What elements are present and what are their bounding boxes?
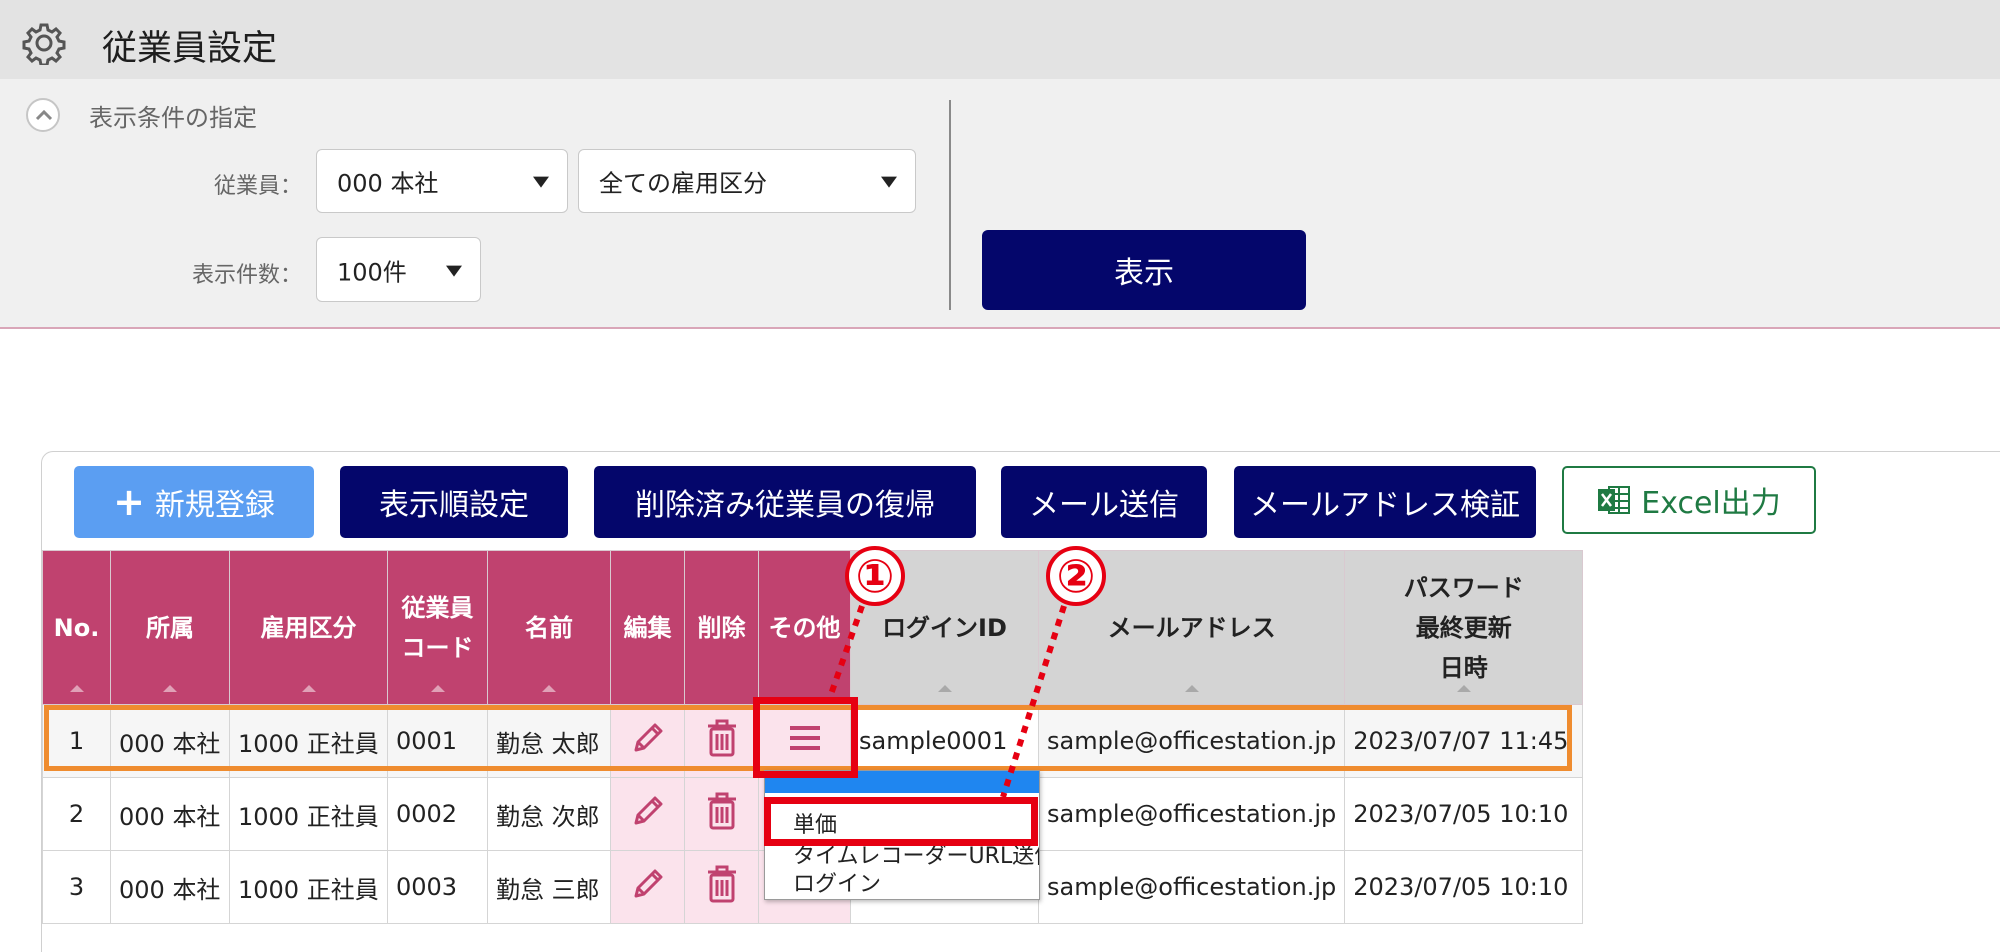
cell-email: sample@officestation.jp xyxy=(1037,850,1346,924)
table-row[interactable]: 1 000 本社 1000 正社員 0001 勤怠 太郎 sample0001 … xyxy=(42,704,1584,778)
col-header-dept[interactable]: 所属 xyxy=(110,550,230,705)
excel-export-label: Excel出力 xyxy=(1641,486,1781,521)
display-order-button[interactable]: 表示順設定 xyxy=(340,466,568,538)
trash-icon xyxy=(707,719,736,757)
cell-name: 勤怠 三郎 xyxy=(487,850,611,924)
cell-name: 勤怠 太郎 xyxy=(487,704,611,778)
title-bar: 従業員設定 xyxy=(0,0,2000,79)
cell-employee-code: 0001 xyxy=(387,704,488,778)
col-header-no[interactable]: No. xyxy=(42,550,111,705)
count-label: 表示件数： xyxy=(191,263,302,288)
trash-icon xyxy=(707,792,736,830)
cell-dept: 000 本社 xyxy=(110,704,230,778)
restore-deleted-employee-button[interactable]: 削除済み従業員の復帰 xyxy=(594,466,976,538)
edit-button[interactable] xyxy=(610,850,685,924)
filter-heading: 表示条件の指定 xyxy=(89,104,257,132)
delete-button[interactable] xyxy=(684,704,759,778)
edit-button[interactable] xyxy=(610,704,685,778)
cell-employment-type: 1000 正社員 xyxy=(229,704,388,778)
employee-label: 従業員： xyxy=(213,174,302,199)
cell-employee-code: 0003 xyxy=(387,850,488,924)
cell-dept: 000 本社 xyxy=(110,777,230,851)
sort-icon xyxy=(301,685,316,692)
pencil-icon xyxy=(634,796,662,825)
delete-button[interactable] xyxy=(684,850,759,924)
collapse-toggle-button[interactable] xyxy=(26,98,60,132)
edit-button[interactable] xyxy=(610,777,685,851)
annotation-marker-1: ① xyxy=(845,546,905,606)
cell-no: 1 xyxy=(42,704,111,778)
cell-no: 2 xyxy=(42,777,111,851)
cell-password-updated: 2023/07/05 10:10 xyxy=(1344,850,1584,924)
hamburger-icon xyxy=(789,726,820,750)
cell-email: sample@officestation.jp xyxy=(1037,704,1346,778)
pencil-icon xyxy=(634,723,662,752)
employee-select[interactable]: 000 本社 xyxy=(316,149,568,213)
excel-export-button[interactable]: Excel出力 xyxy=(1562,466,1816,534)
sort-icon xyxy=(69,685,84,692)
trash-icon xyxy=(707,865,736,903)
excel-icon xyxy=(1598,486,1631,514)
cell-password-updated: 2023/07/07 11:45 xyxy=(1344,704,1584,778)
cell-name: 勤怠 次郎 xyxy=(487,777,611,851)
sort-icon xyxy=(163,685,177,692)
sort-icon xyxy=(542,685,556,692)
menu-highlight-bar xyxy=(765,771,1039,793)
annotation-marker-2: ② xyxy=(1046,546,1106,606)
cell-no: 3 xyxy=(42,850,111,924)
cell-employee-code: 0002 xyxy=(387,777,488,851)
sort-icon xyxy=(937,685,952,692)
delete-button[interactable] xyxy=(684,777,759,851)
count-select-value: 100件 xyxy=(337,258,407,286)
verify-email-button[interactable]: メールアドレス検証 xyxy=(1234,466,1536,538)
send-mail-button[interactable]: メール送信 xyxy=(1001,466,1207,538)
chevron-down-icon xyxy=(446,265,462,277)
col-header-delete: 削除 xyxy=(684,550,759,705)
other-dropdown-menu: 単価 タイムレコーダーURL送信 ログイン xyxy=(764,770,1040,900)
sort-icon xyxy=(430,685,445,692)
page-title: 従業員設定 xyxy=(102,29,278,69)
chevron-up-icon xyxy=(35,109,53,121)
cell-employment-type: 1000 正社員 xyxy=(229,850,388,924)
col-header-name[interactable]: 名前 xyxy=(487,550,611,705)
filter-divider xyxy=(949,100,951,310)
cell-email: sample@officestation.jp xyxy=(1037,777,1346,851)
menu-item-unit-price[interactable]: 単価 xyxy=(793,807,837,839)
cell-dept: 000 本社 xyxy=(110,850,230,924)
menu-item-login[interactable]: ログイン xyxy=(793,866,881,898)
cell-employment-type: 1000 正社員 xyxy=(229,777,388,851)
col-header-employment-type[interactable]: 雇用区分 xyxy=(229,550,388,705)
chevron-down-icon xyxy=(533,176,549,188)
employment-type-select[interactable]: 全ての雇用区分 xyxy=(578,149,916,213)
cell-login-id: sample0001 xyxy=(850,704,1039,778)
chevron-down-icon xyxy=(881,176,897,188)
gear-icon xyxy=(22,23,66,65)
new-registration-button[interactable]: + 新規登録 xyxy=(74,466,314,538)
col-header-employee-code[interactable]: 従業員 コード xyxy=(387,550,488,705)
show-button[interactable]: 表示 xyxy=(982,230,1306,310)
count-select[interactable]: 100件 xyxy=(316,237,481,302)
table-header-row: No. 所属 雇用区分 従業員 コード 名前 編集 削除 その他 ログインID メ… xyxy=(42,550,1584,705)
sort-icon xyxy=(1184,685,1199,692)
col-header-password-updated[interactable]: パスワード 最終更新 日時 xyxy=(1344,550,1584,705)
employee-select-value: 000 本社 xyxy=(337,169,439,198)
plus-icon: + xyxy=(113,480,145,524)
employment-type-select-value: 全ての雇用区分 xyxy=(599,169,767,198)
col-header-edit: 編集 xyxy=(610,550,685,705)
cell-password-updated: 2023/07/05 10:10 xyxy=(1344,777,1584,851)
col-header-other: その他 xyxy=(758,550,851,705)
other-menu-button[interactable] xyxy=(758,704,851,778)
pencil-icon xyxy=(634,869,662,898)
new-registration-label: 新規登録 xyxy=(154,488,275,523)
sort-icon xyxy=(1456,685,1471,692)
